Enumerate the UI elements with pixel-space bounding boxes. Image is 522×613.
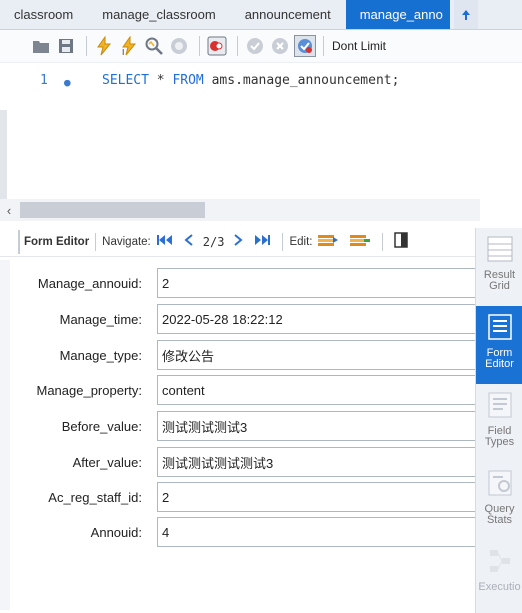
tab-announcement[interactable]: announcement	[231, 0, 346, 29]
toolbar-separator	[282, 232, 284, 251]
code-star: *	[148, 73, 173, 88]
field-value-input[interactable]: 4	[157, 517, 477, 547]
field-label: Manage_time:	[59, 311, 142, 327]
last-record-icon[interactable]	[253, 234, 271, 249]
limit-rows-select[interactable]: Dont Limit	[323, 36, 386, 56]
toolbar-separator	[95, 232, 97, 251]
field-label: Ac_reg_staff_id:	[48, 489, 142, 505]
tab-manage-classroom[interactable]: manage_classroom	[88, 0, 230, 29]
form-row-manage-type: Manage_type: 修改公告	[0, 340, 477, 370]
tab-scroll-button[interactable]	[453, 0, 478, 29]
rollback-icon[interactable]	[269, 35, 291, 57]
insert-row-icon[interactable]	[317, 233, 339, 250]
field-label: Manage_type:	[59, 347, 142, 363]
result-view-sidebar: Result Grid Form Editor Field Types Quer…	[475, 228, 522, 613]
form-row-manage-annouid: Manage_annouid: 2	[0, 268, 477, 298]
sidebar-item-label: Form Editor	[485, 347, 514, 370]
first-record-icon[interactable]	[156, 234, 174, 249]
save-icon[interactable]	[55, 35, 77, 57]
edit-label: Edit:	[289, 235, 313, 248]
field-label: Before_value:	[61, 418, 142, 434]
sidebar-item-label: Executio	[478, 581, 521, 593]
open-folder-icon[interactable]	[30, 35, 52, 57]
sidebar-item-label: Query Stats	[484, 503, 515, 526]
field-value-input[interactable]: content	[157, 375, 477, 405]
toggle-error-icon[interactable]	[206, 35, 228, 57]
sql-editor[interactable]: 1 ● SELECT * FROM ams.manage_announcemen…	[12, 63, 522, 199]
code-table-ref: ams.manage_announcement;	[203, 73, 400, 88]
toolbar-separator	[199, 36, 200, 56]
form-row-ac-reg-staff-id: Ac_reg_staff_id: 2	[0, 482, 477, 512]
toolbar-separator	[382, 232, 384, 251]
execution-plan-icon	[489, 550, 510, 572]
field-value-input[interactable]: 2	[157, 482, 477, 512]
field-value-input[interactable]: 测试测试测试3	[157, 411, 477, 441]
form-row-manage-time: Manage_time: 2022-05-28 18:22:12	[0, 304, 477, 334]
keyword-from: FROM	[172, 73, 204, 88]
tab-classroom[interactable]: classroom	[0, 0, 88, 29]
autocommit-icon[interactable]	[294, 35, 316, 57]
record-position: 2/3	[202, 234, 225, 249]
previous-record-icon[interactable]	[184, 234, 194, 249]
tab-label: manage_anno	[359, 7, 443, 22]
form-row-annouid: Annouid: 4	[0, 517, 477, 547]
form-row-before-value: Before_value: 测试测试测试3	[0, 411, 477, 441]
limit-rows-label: Dont Limit	[332, 39, 387, 53]
commit-icon[interactable]	[244, 35, 266, 57]
sidebar-item-field-types[interactable]: Field Types	[476, 384, 522, 462]
results-toolbar: Form Editor Navigate: 2/3 Edit:	[0, 227, 475, 257]
toggle-panel-icon[interactable]	[394, 232, 409, 251]
explain-icon[interactable]	[143, 35, 165, 57]
execute-current-icon[interactable]: I	[118, 35, 140, 57]
next-record-icon[interactable]	[233, 234, 244, 249]
field-value-input[interactable]: 修改公告	[157, 340, 477, 370]
sidebar-item-execution-plan[interactable]: Executio	[476, 540, 522, 613]
field-label: Annouid:	[90, 524, 142, 540]
form-icon	[487, 314, 512, 340]
field-label: Manage_property:	[36, 382, 142, 398]
query-toolbar: I Dont Limit	[0, 30, 522, 63]
delete-row-icon[interactable]	[349, 233, 371, 250]
toolbar-separator	[237, 36, 238, 56]
sidebar-item-result-grid[interactable]: Result Grid	[476, 228, 522, 306]
sidebar-item-query-stats[interactable]: Query Stats	[476, 462, 522, 540]
editor-horizontal-scrollbar[interactable]: ‹	[0, 199, 480, 221]
sidebar-item-label: Result Grid	[483, 269, 516, 292]
query-stats-icon	[488, 470, 511, 496]
field-value-input[interactable]: 2	[157, 268, 477, 298]
scrollbar-thumb[interactable]	[20, 202, 205, 218]
tab-label: classroom	[14, 7, 74, 22]
field-value-input[interactable]: 测试测试测试测试3	[157, 447, 477, 477]
field-label: After_value:	[72, 454, 142, 470]
tab-list-icon	[461, 9, 470, 20]
toolbar-separator	[86, 36, 87, 56]
editor-left-strip	[0, 110, 7, 200]
field-label: Manage_annouid:	[37, 275, 142, 291]
form-row-after-value: After_value: 测试测试测试测试3	[0, 447, 477, 477]
code-line: SELECT * FROM ams.manage_announcement;	[102, 73, 399, 88]
tab-label: announcement	[244, 7, 331, 22]
stop-icon[interactable]	[168, 35, 190, 57]
navigate-label: Navigate:	[102, 235, 151, 248]
tab-manage-announcement[interactable]: manage_anno	[345, 0, 450, 29]
line-number: 1	[40, 73, 48, 88]
execute-icon[interactable]	[93, 35, 115, 57]
keyword-select: SELECT	[102, 73, 149, 88]
field-types-icon	[488, 392, 511, 418]
scroll-left-icon[interactable]: ‹	[0, 203, 18, 218]
svg-text:I: I	[122, 48, 124, 56]
statement-marker-icon: ●	[64, 76, 71, 89]
editor-tab-bar: classroom manage_classroom announcement …	[0, 0, 522, 30]
form-row-manage-property: Manage_property: content	[0, 375, 477, 405]
tab-label: manage_classroom	[102, 7, 216, 22]
sidebar-item-form-editor[interactable]: Form Editor	[476, 306, 522, 384]
grid-icon	[487, 236, 512, 262]
sidebar-item-label: Field Types	[484, 425, 515, 448]
field-value-input[interactable]: 2022-05-28 18:22:12	[157, 304, 477, 334]
form-editor-label: Form Editor	[24, 235, 90, 248]
